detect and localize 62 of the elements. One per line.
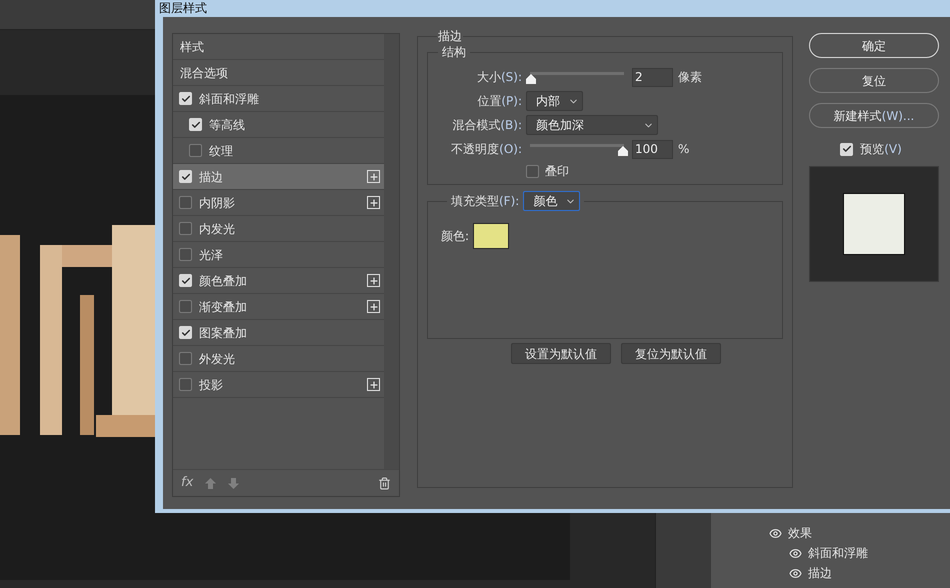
group-title: 结构 (441, 44, 467, 61)
eye-icon[interactable] (769, 526, 782, 540)
overprint-label: 叠印 (545, 163, 569, 180)
field-label: 混合模式(B): (451, 117, 522, 134)
checkbox[interactable] (179, 170, 192, 183)
size-input[interactable]: 2 (632, 68, 673, 86)
layer-name[interactable]: 效果 (788, 524, 812, 542)
unit-label: 像素 (678, 69, 702, 86)
preview-thumbnail (843, 193, 905, 255)
window-title: 图层样式 (159, 0, 208, 17)
field-label: 不透明度(O): (450, 141, 522, 158)
field-label: 大小(S): (476, 69, 522, 86)
check-icon (842, 144, 852, 154)
blend-mode-dropdown[interactable]: 颜色加深 (526, 115, 658, 135)
dialog-button[interactable]: 确定 (809, 33, 939, 58)
checkbox[interactable] (179, 326, 192, 339)
check-icon (190, 120, 200, 130)
slider-thumb[interactable] (526, 74, 536, 84)
field-label: 位置(P): (476, 93, 522, 110)
scrollbar[interactable] (384, 34, 399, 469)
fill-type-label: 填充类型(F): (451, 193, 520, 210)
add-icon[interactable] (367, 378, 380, 391)
checkbox[interactable] (179, 248, 192, 261)
checkbox[interactable] (179, 92, 192, 105)
color-swatch[interactable] (473, 223, 510, 249)
unit-label: % (678, 141, 690, 158)
style-list-item[interactable]: 描边 (173, 164, 384, 190)
checkbox[interactable] (179, 274, 192, 287)
add-icon[interactable] (367, 196, 380, 209)
checkbox[interactable] (179, 378, 192, 391)
fill-type-dropdown[interactable]: 颜色 (523, 191, 580, 211)
layer-name[interactable]: 斜面和浮雕 (808, 544, 868, 562)
checkbox[interactable] (189, 144, 202, 157)
check-icon (180, 276, 190, 286)
checkbox[interactable] (840, 142, 854, 156)
dialog-button[interactable]: 新建样式(W)... (809, 103, 939, 128)
color-label: 颜色: (441, 228, 470, 245)
default-button[interactable]: 设置为默认值 (511, 343, 611, 364)
slider-thumb[interactable] (618, 146, 628, 156)
add-icon[interactable] (367, 170, 380, 183)
default-button[interactable]: 复位为默认值 (621, 343, 721, 364)
check-icon (180, 172, 190, 182)
preview-label: 预览(V) (860, 141, 902, 158)
eye-icon[interactable] (789, 566, 802, 580)
checkbox[interactable] (179, 300, 192, 313)
checkbox[interactable] (179, 352, 192, 365)
opacity-input[interactable]: 100 (632, 140, 673, 158)
eye-icon[interactable] (789, 546, 802, 560)
position-dropdown[interactable]: 内部 (526, 91, 583, 111)
add-icon[interactable] (367, 300, 380, 313)
trash-icon[interactable] (378, 476, 391, 490)
layer-name[interactable]: 描边 (808, 564, 832, 582)
checkbox[interactable] (179, 196, 192, 209)
dialog-button[interactable]: 复位 (809, 68, 939, 93)
fx-button[interactable]: fx (181, 473, 194, 493)
checkbox[interactable] (189, 118, 202, 131)
check-icon (180, 328, 190, 338)
checkbox[interactable] (526, 164, 539, 178)
checkbox[interactable] (179, 222, 192, 235)
check-icon (180, 94, 190, 104)
group-title: 描边 (437, 28, 463, 45)
add-icon[interactable] (367, 274, 380, 287)
